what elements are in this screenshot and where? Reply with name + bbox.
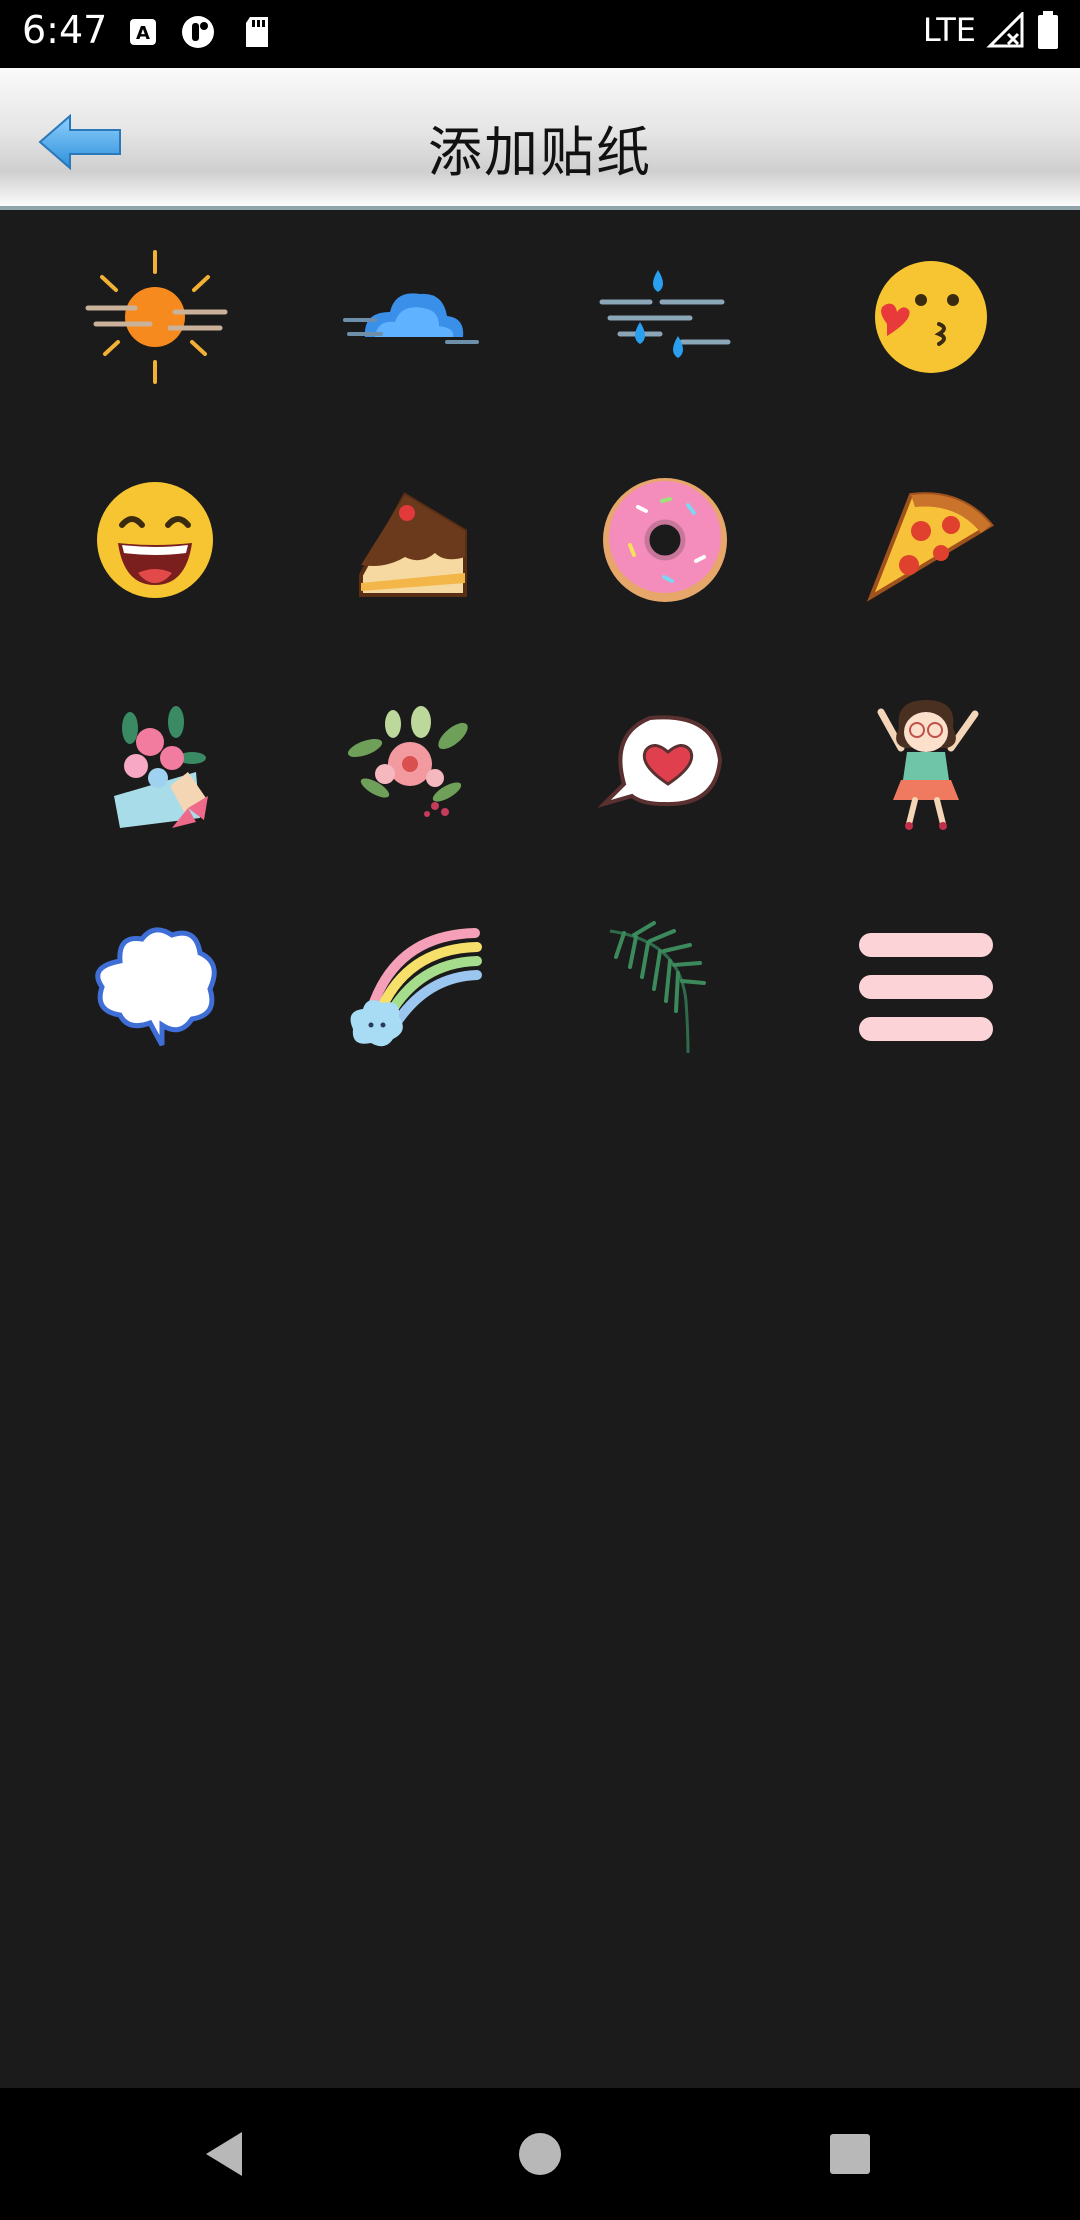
sticker-rain[interactable] [575, 227, 755, 407]
nav-back-button[interactable] [196, 2124, 256, 2184]
sticker-cake-slice[interactable] [320, 450, 500, 630]
sticker-kiss-emoji[interactable] [836, 227, 1016, 407]
sticker-flower-wreath[interactable] [320, 673, 500, 853]
a-box-icon: A [130, 19, 156, 45]
sticker-cloud-speech-bubble[interactable] [65, 896, 245, 1076]
vpn-key-icon [182, 16, 214, 48]
jumping-girl-icon [877, 700, 979, 830]
sticker-heart-speech-bubble[interactable] [575, 673, 755, 853]
sticker-donut[interactable] [575, 450, 755, 630]
status-bar: 6:47 A LTE [0, 0, 1080, 66]
pink-lines-icon [859, 933, 993, 1041]
status-system-icons: LTE [923, 10, 1060, 50]
sticker-pizza[interactable] [836, 450, 1016, 630]
page-title: 添加贴纸 [428, 121, 652, 184]
network-type: LTE [922, 11, 976, 49]
palm-leaf-icon [609, 921, 706, 1054]
flower-wreath-icon [347, 706, 468, 817]
sticker-palm-leaf[interactable] [575, 896, 755, 1076]
sticker-grin-emoji[interactable] [65, 450, 245, 630]
kiss-emoji-icon [875, 261, 987, 373]
sticker-sun[interactable] [65, 227, 245, 407]
system-nav-bar [0, 2088, 1080, 2220]
heart-speech-bubble-icon [597, 715, 723, 809]
sticker-cloud[interactable] [320, 227, 500, 407]
sd-card-icon [246, 17, 268, 47]
status-time: 6:47 [22, 8, 108, 52]
nav-home-button[interactable] [510, 2124, 570, 2184]
sticker-pink-lines[interactable] [836, 896, 1016, 1076]
back-triangle-icon [206, 2132, 242, 2176]
flower-bouquet-icon [114, 706, 208, 828]
donut-icon [603, 478, 727, 602]
grin-emoji-icon [97, 482, 213, 598]
nav-recents-button[interactable] [820, 2124, 880, 2184]
sticker-rainbow-cloud[interactable] [320, 896, 500, 1076]
sticker-panel [0, 210, 1080, 2088]
sticker-jumping-girl[interactable] [836, 673, 1016, 853]
sun-icon [85, 250, 228, 384]
cloud-speech-bubble-icon [95, 927, 217, 1047]
status-notification-icons: A [128, 14, 272, 50]
battery-icon [1038, 11, 1058, 49]
cloud-icon [343, 293, 479, 344]
signal-icon [986, 12, 1024, 48]
home-circle-icon [519, 2133, 561, 2175]
rainbow-cloud-icon [350, 928, 482, 1047]
pizza-icon [866, 492, 995, 602]
recents-square-icon [830, 2134, 870, 2174]
app-bar: 添加贴纸 [0, 68, 1080, 210]
rain-icon [599, 270, 731, 358]
sticker-flower-bouquet[interactable] [65, 673, 245, 853]
cake-slice-icon [359, 492, 467, 597]
svg-text:A: A [136, 23, 150, 44]
